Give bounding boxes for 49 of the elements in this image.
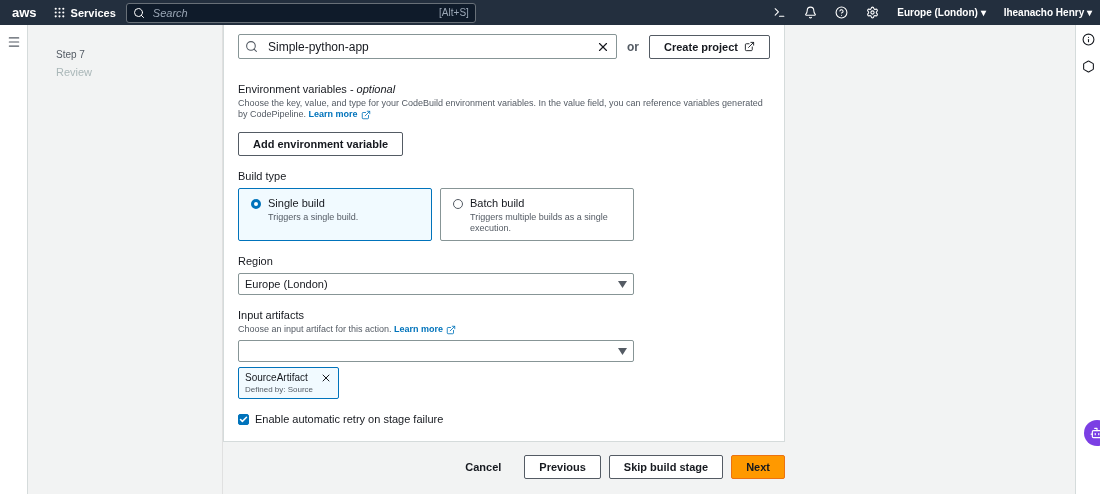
project-search-bar[interactable]: Simple-python-app bbox=[238, 34, 617, 59]
artifact-select[interactable] bbox=[238, 340, 634, 362]
grid-icon bbox=[52, 6, 66, 19]
search-icon bbox=[245, 40, 258, 53]
artifact-token: SourceArtifact Defined by: Source bbox=[238, 367, 339, 399]
user-menu[interactable]: Iheanacho Henry ▾ bbox=[1003, 7, 1092, 18]
aws-logo[interactable]: aws bbox=[12, 5, 37, 20]
settings-icon[interactable] bbox=[866, 6, 880, 19]
search-field[interactable]: Search bbox=[150, 5, 434, 20]
help-icon[interactable] bbox=[835, 6, 849, 19]
retry-checkbox[interactable] bbox=[238, 413, 249, 425]
hexagon-icon[interactable] bbox=[1081, 60, 1095, 73]
external-link-icon bbox=[360, 109, 371, 120]
project-search-field[interactable]: Simple-python-app bbox=[266, 38, 588, 55]
services-menu[interactable]: Services bbox=[52, 6, 116, 19]
wizard-button[interactable]: Skip build stage bbox=[608, 455, 724, 479]
section-title: Environment variables - optional bbox=[238, 83, 397, 95]
shortcut-hint: [Alt+S] bbox=[439, 7, 469, 18]
remove-icon[interactable] bbox=[320, 372, 332, 384]
cancel-link[interactable]: Cancel bbox=[450, 455, 517, 479]
step-label: Step 7 bbox=[56, 49, 86, 60]
field-description: Choose an input artifact for this action. Learn more bbox=[238, 324, 770, 335]
field-label: Build type bbox=[238, 170, 288, 182]
section-description: Choose the key, value, and type for your CodeBuild environment variables. In the value field, you can reference variables generated by CodePipeline. Learn more bbox=[238, 98, 764, 120]
robot-icon bbox=[1090, 426, 1100, 440]
bell-icon[interactable] bbox=[804, 6, 818, 19]
add-variable-button[interactable]: Add environment variable bbox=[238, 132, 404, 156]
caret-icon bbox=[618, 280, 627, 288]
search-icon bbox=[132, 6, 145, 19]
build-type-option[interactable]: Batch build Triggers multiple builds as a single execution. bbox=[440, 188, 634, 241]
search-bar[interactable]: Search [Alt+S] bbox=[125, 2, 476, 23]
checkbox-label: Enable automatic retry on stage failure bbox=[255, 413, 444, 425]
external-link-icon bbox=[744, 41, 755, 52]
menu-icon[interactable] bbox=[6, 35, 21, 49]
field-label: Input artifacts bbox=[238, 309, 306, 321]
info-icon[interactable] bbox=[1081, 33, 1095, 46]
build-type-option[interactable]: Single build Triggers a single build. bbox=[238, 188, 432, 241]
field-label: Region bbox=[238, 255, 274, 267]
wizard-button[interactable]: Previous bbox=[524, 455, 601, 479]
region-menu[interactable]: Europe (London) ▾ bbox=[897, 7, 986, 18]
or-text: or bbox=[627, 39, 639, 54]
region-select[interactable]: Europe (London) bbox=[238, 273, 634, 295]
external-link-icon bbox=[446, 324, 457, 335]
caret-icon bbox=[618, 347, 627, 355]
learn-more-link[interactable]: Learn more bbox=[394, 324, 457, 335]
terminal-icon[interactable] bbox=[773, 6, 787, 19]
create-project-button[interactable]: Create project bbox=[649, 34, 770, 59]
next-button[interactable]: Next bbox=[731, 455, 785, 479]
learn-more-link[interactable]: Learn more bbox=[308, 109, 371, 120]
